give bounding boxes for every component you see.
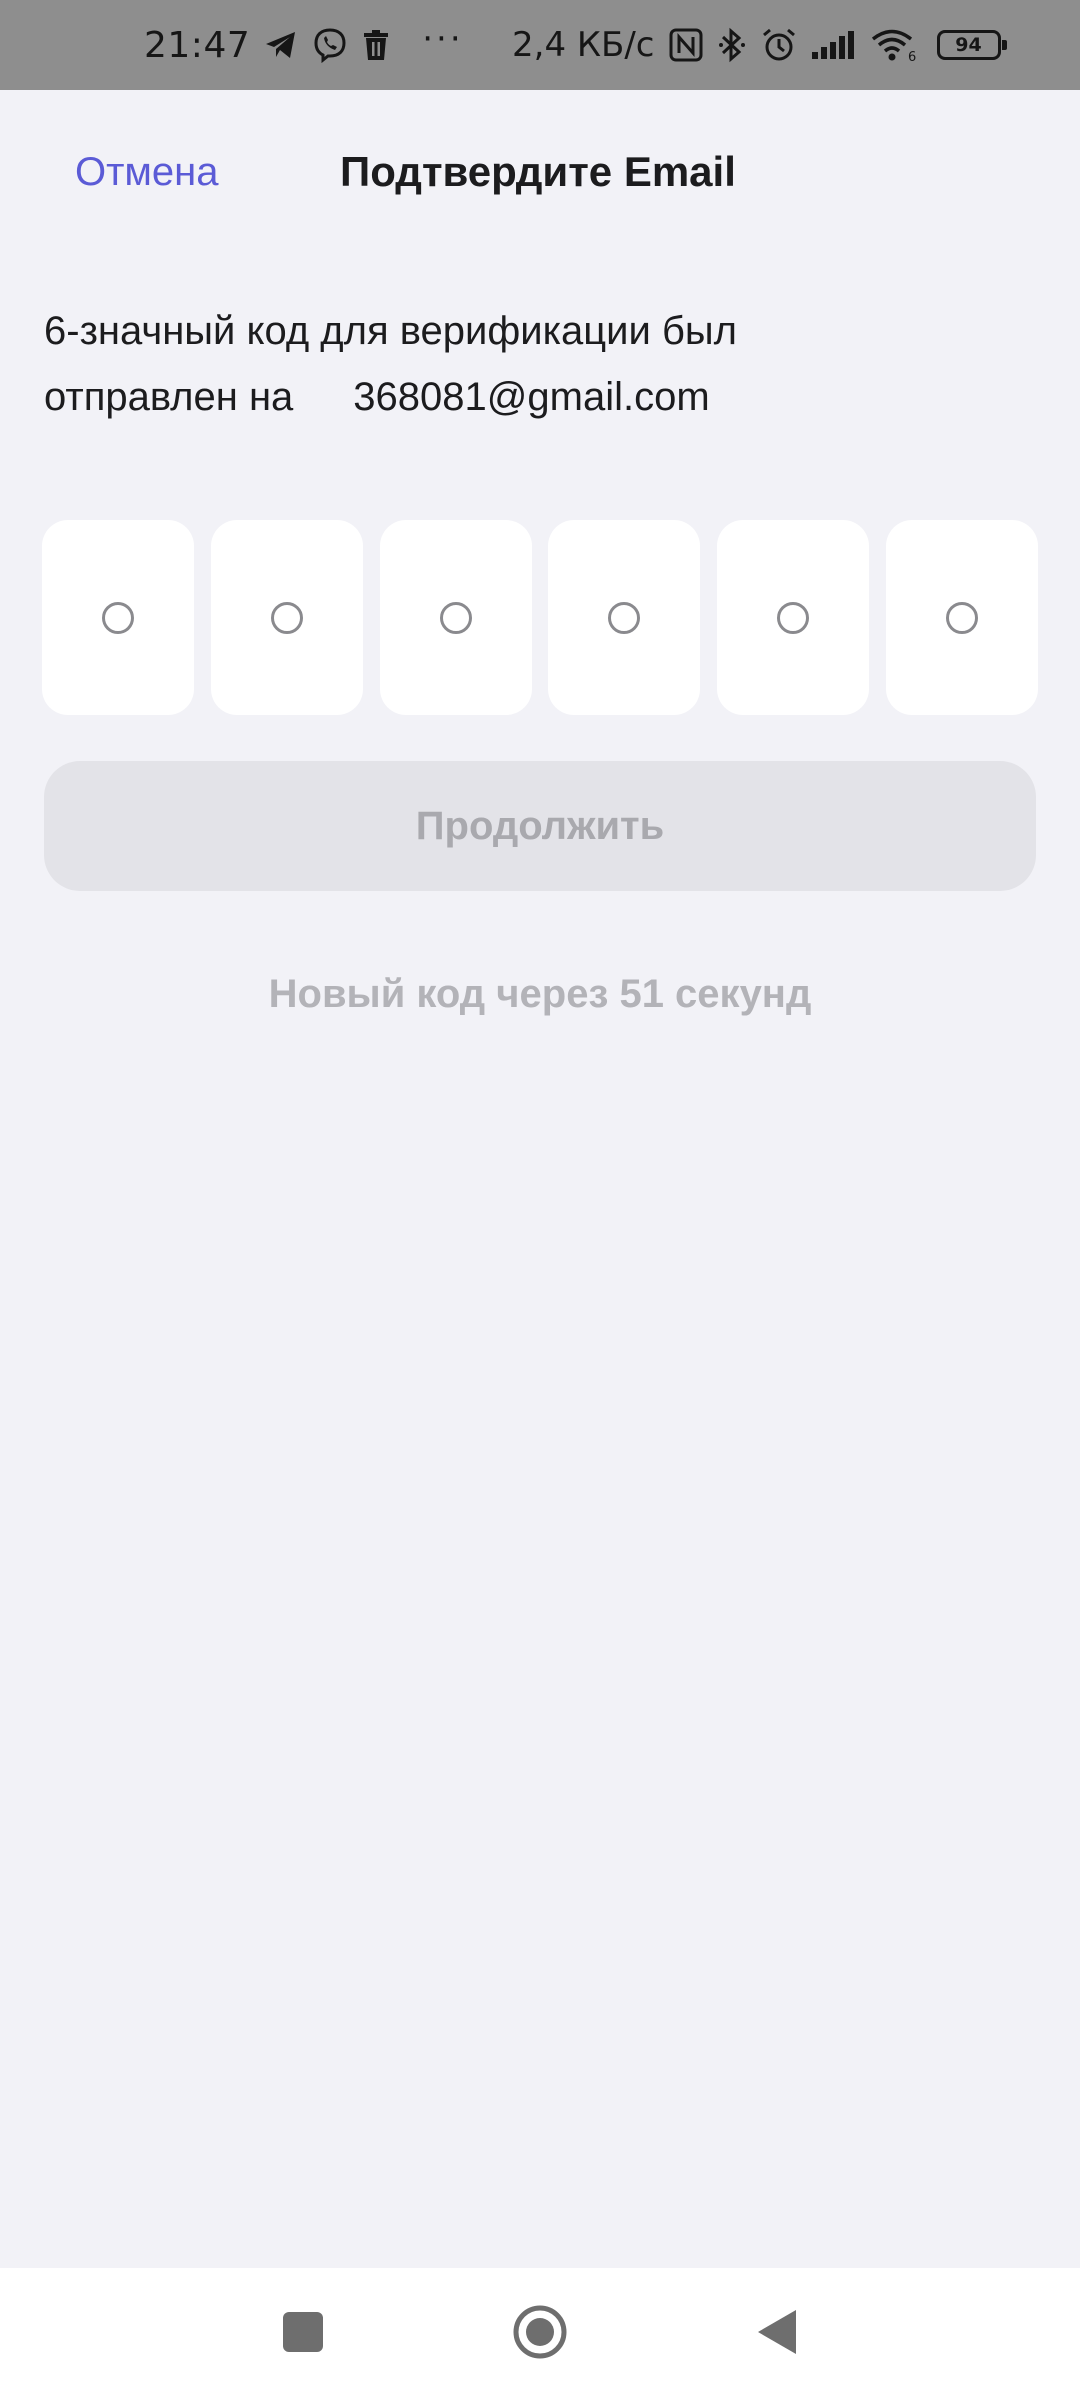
page-title: Подтвердите Email <box>340 148 736 195</box>
verification-description: 6-значный код для верификации был отправ… <box>44 298 1044 430</box>
home-icon <box>511 2303 569 2366</box>
empty-digit-placeholder <box>102 601 134 634</box>
alarm-icon <box>761 27 797 63</box>
empty-digit-placeholder <box>270 601 303 634</box>
code-input-row <box>42 520 1038 715</box>
network-speed: 2,4 КБ/с <box>512 25 655 65</box>
empty-digit-placeholder <box>777 601 810 634</box>
recents-button[interactable] <box>233 2268 373 2400</box>
verify-email-screen: 21:47 ··· 2,4 КБ/с 6 94 Отмена Подтверди… <box>0 0 1080 2400</box>
status-bar-left: 21:47 ··· <box>144 0 464 90</box>
empty-digit-placeholder <box>439 601 472 634</box>
cancel-button[interactable]: Отмена <box>75 142 219 202</box>
battery-icon: 94 <box>936 30 1007 60</box>
resend-timer: Новый код через 51 секунд <box>268 972 812 1016</box>
code-digit-4[interactable] <box>548 520 701 715</box>
viber-icon <box>312 27 348 63</box>
empty-digit-placeholder <box>945 601 978 634</box>
status-time: 21:47 <box>144 24 251 66</box>
nfc-icon <box>669 28 703 62</box>
code-digit-2[interactable] <box>210 520 363 715</box>
description-line-2: отправлен на 368081@gmail.com <box>44 364 1044 430</box>
code-digit-3[interactable] <box>379 520 532 715</box>
header: Отмена Подтвердите Email <box>0 90 1080 240</box>
code-digit-6[interactable] <box>885 520 1038 715</box>
bluetooth-icon <box>717 27 747 63</box>
empty-digit-placeholder <box>608 601 641 634</box>
wifi-icon: 6 <box>871 28 917 62</box>
continue-button[interactable]: Продолжить <box>44 761 1036 891</box>
description-line-1: 6-значный код для верификации был <box>44 309 737 353</box>
home-button[interactable] <box>470 2268 610 2400</box>
signal-icon <box>811 30 857 60</box>
trash-icon <box>362 29 390 61</box>
svg-text:6: 6 <box>908 50 916 62</box>
status-bar: 21:47 ··· 2,4 КБ/с 6 94 <box>0 0 1080 90</box>
back-button[interactable] <box>707 2268 847 2400</box>
code-digit-1[interactable] <box>42 520 194 715</box>
back-icon <box>756 2308 798 2361</box>
telegram-icon <box>264 30 298 60</box>
description-sent-to: отправлен на <box>44 375 294 419</box>
status-bar-right: 2,4 КБ/с 6 94 <box>512 0 1007 90</box>
code-digit-5[interactable] <box>717 520 870 715</box>
recents-icon <box>282 2311 324 2358</box>
email-address: 368081@gmail.com <box>353 375 710 419</box>
more-notifications: ··· <box>422 19 464 59</box>
navigation-bar <box>0 2268 1080 2400</box>
